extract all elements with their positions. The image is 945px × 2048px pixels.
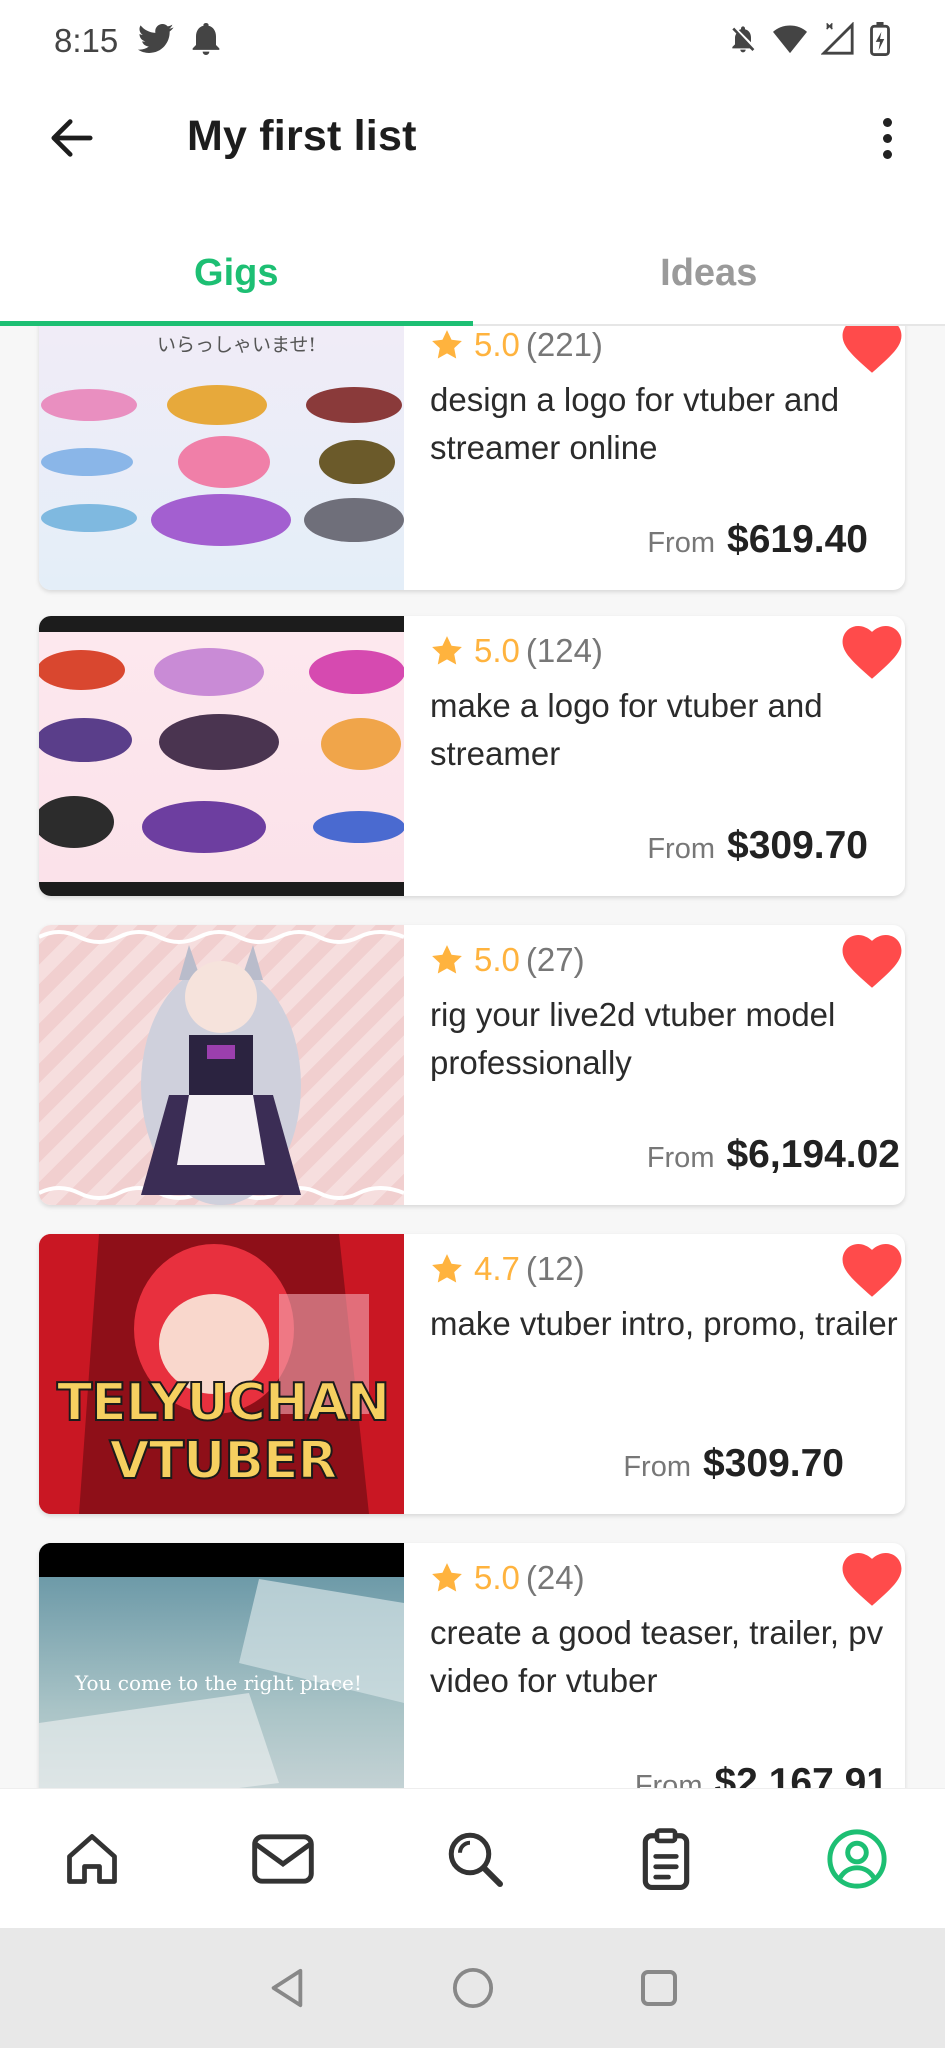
logo-collage-image <box>39 648 404 853</box>
rating-score: 5.0 <box>474 632 520 669</box>
star-icon <box>432 330 462 359</box>
gig-thumbnail <box>39 925 404 1205</box>
gig-card[interactable]: You come to the right place! 5.0 (24) cr… <box>39 1543 905 1788</box>
heart-icon[interactable] <box>842 935 902 989</box>
rating-score: 5.0 <box>474 326 520 363</box>
twitter-icon <box>138 23 174 59</box>
price: $619.40 <box>727 518 868 561</box>
recents-square-icon[interactable] <box>636 1965 682 2011</box>
gig-card[interactable]: いらっしゃいませ! 5.0 (221) design a logo for vt… <box>39 326 905 590</box>
star-icon <box>432 945 462 974</box>
gig-card-body: 5.0 (27) rig your live2d vtuber model pr… <box>404 925 905 1205</box>
rating-count: (27) <box>525 941 585 978</box>
inbox-icon[interactable] <box>251 1827 315 1891</box>
tab-gigs[interactable]: Gigs <box>0 222 473 326</box>
rating-score: 5.0 <box>474 941 520 978</box>
gig-card[interactable]: TELYUCHAN VTUBER 4.7 (12) make vtuber in… <box>39 1234 905 1514</box>
heart-icon[interactable] <box>842 326 902 374</box>
thumbnail-caption: You come to the right place! <box>75 1671 362 1695</box>
rating-score: 4.7 <box>474 1250 520 1287</box>
battery-icon <box>869 21 891 61</box>
gig-card-body: 5.0 (124) make a logo for vtuber and str… <box>404 616 905 896</box>
gig-thumbnail: TELYUCHAN VTUBER <box>39 1234 404 1514</box>
gig-card[interactable]: 5.0 (27) rig your live2d vtuber model pr… <box>39 925 905 1205</box>
price: $309.70 <box>703 1442 844 1485</box>
status-time: 8:15 <box>54 22 119 59</box>
star-icon <box>432 1254 462 1283</box>
profile-icon[interactable] <box>825 1827 889 1891</box>
rating-count: (124) <box>525 632 603 669</box>
price-from-label: From <box>623 1451 692 1483</box>
rating: 5.0 (24) <box>430 1559 900 1597</box>
price-from-label: From <box>647 527 716 559</box>
back-triangle-icon[interactable] <box>264 1965 310 2011</box>
page-title: My first list <box>187 112 417 160</box>
gig-card-body: 5.0 (24) create a good teaser, trailer, … <box>404 1543 905 1788</box>
search-icon[interactable] <box>443 1827 507 1891</box>
gig-card[interactable]: BER LOGO COMMISSION 5.0 (124) make a log… <box>39 616 905 896</box>
gig-title[interactable]: rig your live2d vtuber model professiona… <box>430 991 900 1087</box>
star-icon <box>432 1563 462 1592</box>
heart-icon[interactable] <box>842 1244 902 1298</box>
rating: 4.7 (12) <box>430 1250 900 1288</box>
price-from-label: From <box>634 1770 703 1788</box>
more-vertical-icon[interactable] <box>867 110 907 166</box>
notifications-off-icon <box>727 23 759 60</box>
gig-thumbnail: いらっしゃいませ! <box>39 326 404 590</box>
home-icon[interactable] <box>60 1827 124 1891</box>
gig-title[interactable]: design a logo for vtuber and streamer on… <box>430 376 900 472</box>
gig-title[interactable]: make a logo for vtuber and streamer <box>430 682 900 778</box>
price: $309.70 <box>727 824 868 867</box>
price-row: From $2,167.91 <box>635 1761 888 1788</box>
system-nav-bar <box>0 1928 945 2048</box>
price-row: From $309.70 <box>623 1442 844 1486</box>
thumbnail-caption: TELYUCHAN VTUBER <box>56 1373 391 1491</box>
bottom-nav <box>0 1788 945 1928</box>
thumbnail-caption: BER LOGO COMMISSION <box>45 617 220 632</box>
rating: 5.0 (27) <box>430 941 900 979</box>
home-circle-icon[interactable] <box>450 1965 496 2011</box>
status-right-icons <box>727 20 891 61</box>
orders-icon[interactable] <box>634 1827 698 1891</box>
tab-ideas[interactable]: Ideas <box>473 222 945 324</box>
rating-count: (24) <box>525 1559 585 1596</box>
gig-card-body: 5.0 (221) design a logo for vtuber and s… <box>404 326 905 590</box>
bell-icon <box>192 22 220 60</box>
arrow-back-icon[interactable] <box>44 110 100 166</box>
price-from-label: From <box>646 1142 715 1174</box>
price-row: From $619.40 <box>647 518 868 562</box>
gig-card-body: 4.7 (12) make vtuber intro, promo, trail… <box>404 1234 905 1514</box>
heart-icon[interactable] <box>842 626 902 680</box>
teaser-video-image <box>39 1543 404 1788</box>
status-bar: 8:15 <box>0 0 945 82</box>
wifi-icon <box>773 24 807 59</box>
tab-bar: Gigs Ideas <box>0 222 945 326</box>
signal-icon <box>820 20 855 61</box>
gig-title[interactable]: make vtuber intro, promo, trailer <box>430 1300 900 1348</box>
rating: 5.0 (124) <box>430 632 900 670</box>
price: $2,167.91 <box>714 1761 888 1788</box>
star-icon <box>432 636 462 665</box>
rating-score: 5.0 <box>474 1559 520 1596</box>
status-left-icons <box>138 22 220 60</box>
logo-collage-image <box>41 385 404 546</box>
app-bar: My first list <box>0 82 945 194</box>
price: $6,194.02 <box>726 1133 900 1176</box>
gig-title[interactable]: create a good teaser, trailer, pv video … <box>430 1609 900 1705</box>
gig-thumbnail: You come to the right place! <box>39 1543 404 1788</box>
price-row: From $6,194.02 <box>647 1133 900 1177</box>
rating: 5.0 (221) <box>430 326 900 364</box>
gig-thumbnail: BER LOGO COMMISSION <box>39 616 404 896</box>
vtuber-character-image <box>39 930 404 1205</box>
rating-count: (221) <box>525 326 603 363</box>
gig-list[interactable]: いらっしゃいませ! 5.0 (221) design a logo for vt… <box>0 326 945 1788</box>
heart-icon[interactable] <box>842 1553 902 1607</box>
price-from-label: From <box>647 833 716 865</box>
rating-count: (12) <box>525 1250 585 1287</box>
price-row: From $309.70 <box>647 824 868 868</box>
